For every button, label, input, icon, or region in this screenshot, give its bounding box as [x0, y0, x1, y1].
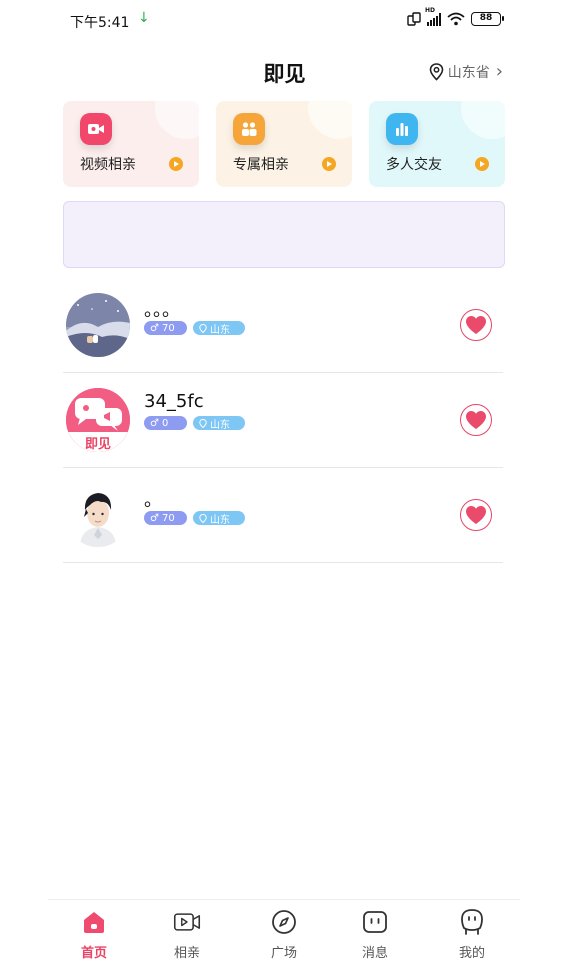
- location-label: 山东: [210, 324, 230, 336]
- location-pin-icon: [199, 418, 207, 428]
- heart-icon: [466, 411, 486, 429]
- user-list: 。。。 ♂ 70 山东 即见 34_5fc ♂ 0 山东 。 ♂ 70 山东: [63, 278, 503, 563]
- message-icon: [361, 908, 389, 936]
- card-label: 多人交友: [386, 157, 442, 173]
- nav-label: 相亲: [173, 946, 200, 961]
- location-pin-icon: [429, 62, 444, 81]
- nav-square[interactable]: 广场: [254, 908, 314, 968]
- feature-cards: 视频相亲 专属相亲 多人交友: [63, 101, 505, 187]
- gender-age-badge: ♂ 0: [144, 416, 187, 430]
- hd-label: HD: [425, 7, 436, 14]
- avatar[interactable]: [66, 293, 130, 357]
- play-icon: [475, 157, 489, 171]
- like-button[interactable]: [460, 309, 492, 341]
- location-selector[interactable]: 山东省 ›: [429, 61, 503, 82]
- male-icon: ♂: [150, 322, 159, 334]
- home-icon: [80, 908, 108, 936]
- nav-label: 首页: [80, 946, 107, 961]
- location-pin-icon: [199, 323, 207, 333]
- nav-label: 消息: [361, 946, 388, 961]
- promo-banner[interactable]: [63, 201, 505, 268]
- compass-icon: [270, 908, 298, 936]
- male-icon: ♂: [150, 417, 159, 429]
- nav-messages[interactable]: 消息: [345, 908, 405, 968]
- location-label: 山东: [210, 419, 230, 431]
- screen-rotate-icon: [407, 12, 421, 26]
- video-camera-icon: [80, 113, 112, 145]
- signal-icon: HD: [425, 7, 441, 26]
- card-exclusive-dating[interactable]: 专属相亲: [216, 101, 352, 187]
- nav-home[interactable]: 首页: [64, 908, 124, 968]
- bar-chart-icon: [386, 113, 418, 145]
- couple-icon: [233, 113, 265, 145]
- status-time: 下午5:41: [70, 15, 130, 31]
- location-badge: 山东: [193, 321, 245, 336]
- card-label: 视频相亲: [80, 157, 136, 173]
- nav-profile[interactable]: 我的: [442, 908, 502, 968]
- chevron-right-icon: ›: [495, 61, 503, 82]
- location-badge: 山东: [193, 511, 245, 526]
- bottom-navigation: 首页 相亲 广场 消息 我的: [48, 899, 520, 976]
- card-video-dating[interactable]: 视频相亲: [63, 101, 199, 187]
- profile-icon: [458, 908, 486, 936]
- like-button[interactable]: [460, 499, 492, 531]
- avatar[interactable]: [66, 483, 130, 547]
- age-label: 70: [161, 512, 175, 524]
- card-decoration: [461, 101, 505, 139]
- heart-icon: [466, 506, 486, 524]
- user-name: 。。。: [144, 300, 180, 321]
- list-item[interactable]: 。 ♂ 70 山东: [63, 468, 503, 563]
- nav-label: 我的: [458, 946, 485, 961]
- user-name: 。: [144, 490, 162, 511]
- list-item[interactable]: 即见 34_5fc ♂ 0 山东: [63, 373, 503, 468]
- top-header: 即见 山东省 ›: [0, 50, 569, 94]
- male-icon: ♂: [150, 512, 159, 524]
- user-tags: ♂ 70 山东: [144, 511, 245, 526]
- video-icon: [173, 908, 201, 936]
- card-group-social[interactable]: 多人交友: [369, 101, 505, 187]
- user-name: 34_5fc: [144, 391, 204, 412]
- nav-dating[interactable]: 相亲: [157, 908, 217, 968]
- wifi-icon: [447, 12, 465, 26]
- card-decoration: [308, 101, 352, 139]
- battery-icon: 88: [471, 12, 504, 26]
- play-icon: [169, 157, 183, 171]
- user-tags: ♂ 0 山东: [144, 416, 245, 431]
- gender-age-badge: ♂ 70: [144, 511, 187, 525]
- download-icon: ↓: [138, 10, 150, 26]
- age-label: 0: [161, 417, 169, 429]
- status-icons: HD 88: [407, 7, 504, 26]
- location-label: 山东: [210, 514, 230, 526]
- like-button[interactable]: [460, 404, 492, 436]
- nav-label: 广场: [270, 946, 297, 961]
- age-label: 70: [161, 322, 175, 334]
- user-tags: ♂ 70 山东: [144, 321, 245, 336]
- status-bar: 下午5:41 ↓ HD 88: [0, 0, 569, 42]
- avatar-logo-text: 即见: [84, 437, 111, 452]
- play-icon: [322, 157, 336, 171]
- location-label: 山东省: [447, 64, 490, 81]
- avatar[interactable]: 即见: [66, 388, 130, 452]
- list-item[interactable]: 。。。 ♂ 70 山东: [63, 278, 503, 373]
- card-label: 专属相亲: [233, 157, 289, 173]
- location-pin-icon: [199, 513, 207, 523]
- gender-age-badge: ♂ 70: [144, 321, 187, 335]
- location-badge: 山东: [193, 416, 245, 431]
- heart-icon: [466, 316, 486, 334]
- card-decoration: [155, 101, 199, 139]
